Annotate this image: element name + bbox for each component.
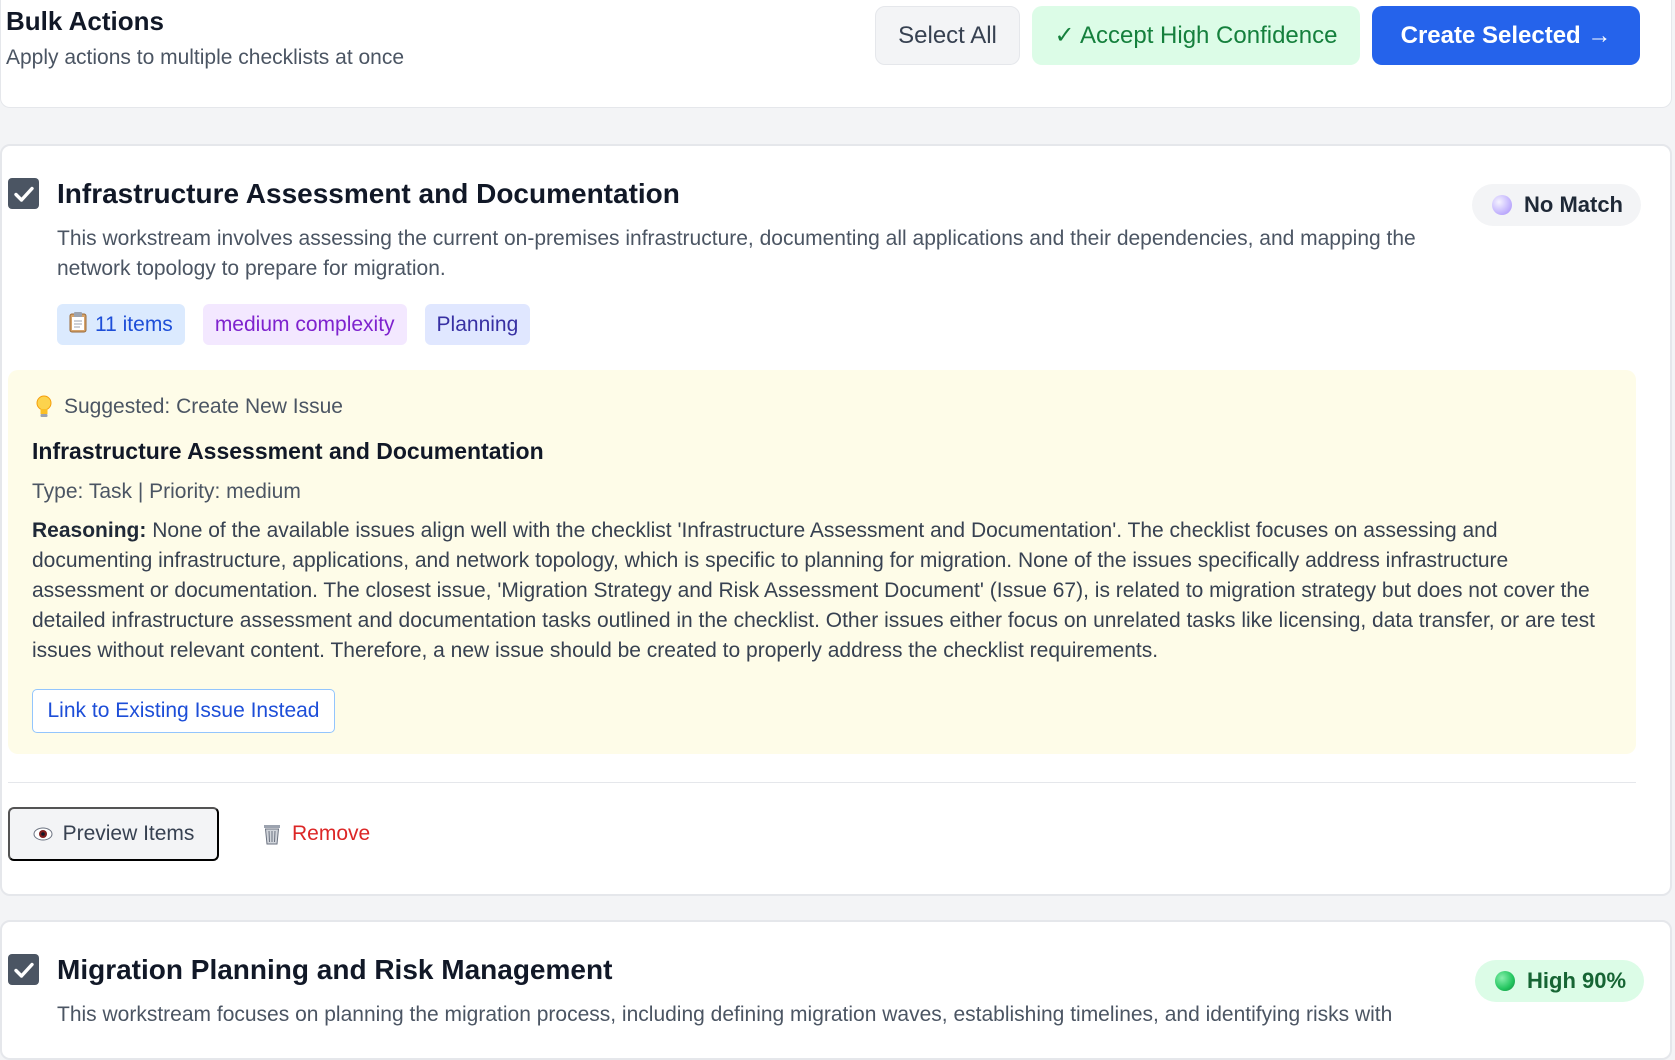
suggestion-reasoning: Reasoning: None of the available issues … bbox=[32, 516, 1622, 666]
match-status-badge: High 90% bbox=[1475, 960, 1645, 1002]
select-all-button[interactable]: Select All bbox=[875, 6, 1020, 65]
checklist-checkbox[interactable] bbox=[8, 954, 39, 985]
reasoning-text: None of the available issues align well … bbox=[32, 519, 1595, 662]
remove-label: Remove bbox=[292, 822, 371, 845]
complexity-tag: medium complexity bbox=[202, 304, 407, 345]
green-dot-icon bbox=[1495, 971, 1515, 991]
purple-dot-icon bbox=[1492, 195, 1512, 215]
match-status-label: No Match bbox=[1524, 192, 1623, 217]
match-status-badge: No Match bbox=[1472, 184, 1641, 226]
create-selected-button[interactable]: Create Selected → bbox=[1372, 6, 1640, 65]
trash-icon bbox=[262, 823, 282, 845]
checklist-title: Infrastructure Assessment and Documentat… bbox=[57, 178, 680, 209]
checklist-description: This workstream focuses on planning the … bbox=[57, 1003, 1393, 1026]
bulk-actions-title: Bulk Actions bbox=[6, 6, 164, 36]
checklist-title: Migration Planning and Risk Management bbox=[57, 954, 613, 985]
accept-high-confidence-button[interactable]: ✓ Accept High Confidence bbox=[1032, 6, 1360, 65]
checklist-description: This workstream involves assessing the c… bbox=[57, 227, 1416, 280]
preview-items-button[interactable]: Preview Items bbox=[8, 807, 219, 861]
match-status-label: High 90% bbox=[1527, 968, 1627, 993]
check-icon bbox=[13, 962, 34, 978]
lightbulb-icon bbox=[36, 395, 52, 417]
suggestion-heading: Suggested: Create New Issue bbox=[34, 394, 343, 420]
bulk-actions-subtitle: Apply actions to multiple checklists at … bbox=[6, 46, 405, 69]
check-icon bbox=[13, 186, 34, 202]
remove-button[interactable]: Remove bbox=[258, 807, 374, 861]
eye-icon bbox=[33, 826, 53, 842]
card-divider bbox=[8, 782, 1636, 783]
clipboard-icon bbox=[69, 311, 87, 338]
checklist-card: Infrastructure Assessment and Documentat… bbox=[0, 144, 1672, 896]
items-count-tag: 11 items bbox=[57, 304, 185, 345]
phase-tag: Planning bbox=[424, 304, 531, 345]
checklist-tags: 11 items medium complexity Planning bbox=[57, 304, 531, 345]
bulk-actions-bar: Bulk Actions Apply actions to multiple c… bbox=[0, 0, 1672, 108]
suggested-issue-title: Infrastructure Assessment and Documentat… bbox=[32, 438, 544, 464]
suggestion-heading-label: Suggested: Create New Issue bbox=[64, 395, 343, 418]
checklist-checkbox[interactable] bbox=[8, 178, 39, 209]
preview-items-label: Preview Items bbox=[62, 822, 195, 845]
reasoning-label: Reasoning: bbox=[32, 519, 147, 542]
link-existing-issue-button[interactable]: Link to Existing Issue Instead bbox=[32, 689, 335, 733]
checklist-card: Migration Planning and Risk Management H… bbox=[0, 920, 1672, 1060]
suggested-issue-meta: Type: Task | Priority: medium bbox=[32, 480, 301, 503]
suggestion-panel: Suggested: Create New Issue Infrastructu… bbox=[8, 370, 1636, 754]
items-count-label: 11 items bbox=[95, 312, 173, 336]
